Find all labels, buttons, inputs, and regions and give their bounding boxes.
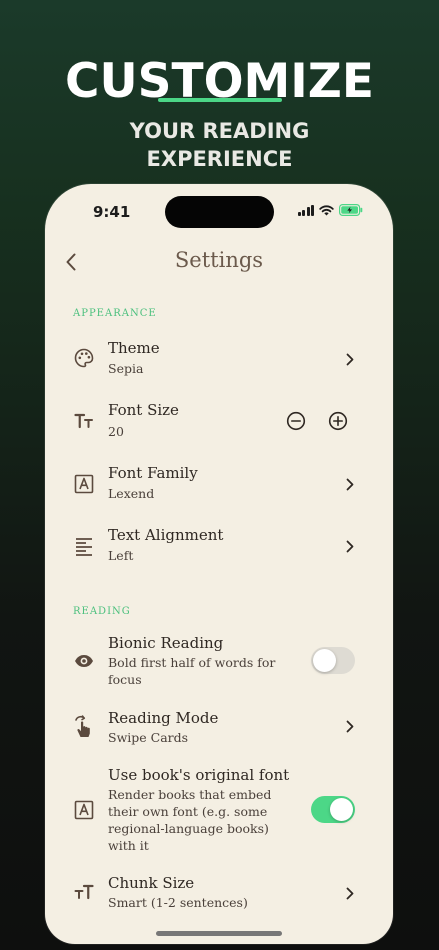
text-size-icon xyxy=(71,408,97,434)
setting-title-reading-mode: Reading Mode xyxy=(108,709,219,727)
align-left-icon xyxy=(71,533,97,559)
setting-title-theme: Theme xyxy=(108,339,160,357)
chevron-right-icon xyxy=(343,536,357,556)
setting-row-font-size: Font Size 20 xyxy=(45,396,393,446)
page-title: Settings xyxy=(174,248,264,272)
minus-circle-icon xyxy=(286,411,306,431)
setting-row-reading-mode[interactable]: Reading Mode Swipe Cards xyxy=(45,707,393,757)
setting-title-original-font: Use book's original font xyxy=(108,766,290,784)
setting-row-bionic-reading: Bionic Reading Bold first half of words … xyxy=(45,634,393,690)
chevron-right-icon xyxy=(343,474,357,494)
original-font-toggle[interactable] xyxy=(311,796,355,823)
section-label-reading: READING xyxy=(73,606,131,617)
chunk-size-icon xyxy=(71,879,97,905)
eye-icon xyxy=(71,648,97,674)
setting-title-font-size: Font Size xyxy=(108,401,179,419)
chevron-right-icon xyxy=(343,716,357,736)
setting-title-chunk-size: Chunk Size xyxy=(108,874,195,892)
chevron-right-icon xyxy=(343,349,357,369)
signal-icon xyxy=(297,204,314,216)
chevron-right-icon xyxy=(343,883,357,903)
setting-row-text-alignment[interactable]: Text Alignment Left xyxy=(45,521,393,571)
toggle-knob xyxy=(313,649,336,672)
section-label-appearance: APPEARANCE xyxy=(73,308,157,319)
battery-charging-icon xyxy=(339,204,363,216)
setting-value-chunk-size: Smart (1-2 sentences) xyxy=(108,895,248,910)
setting-value-font-size: 20 xyxy=(108,424,124,439)
font-size-decrease-button[interactable] xyxy=(285,410,307,432)
setting-title-bionic-reading: Bionic Reading xyxy=(108,634,224,652)
font-size-increase-button[interactable] xyxy=(327,410,349,432)
setting-row-theme[interactable]: Theme Sepia xyxy=(45,334,393,384)
bionic-reading-toggle[interactable] xyxy=(311,647,355,674)
setting-row-chunk-size[interactable]: Chunk Size Smart (1-2 sentences) xyxy=(45,874,393,924)
palette-icon xyxy=(71,345,97,371)
status-icons xyxy=(297,204,364,216)
font-family-icon xyxy=(71,797,97,823)
home-indicator xyxy=(156,931,282,936)
headline-underline xyxy=(158,98,282,102)
setting-row-original-font: Use book's original font Render books th… xyxy=(45,764,393,859)
setting-value-reading-mode: Swipe Cards xyxy=(108,730,189,745)
setting-title-font-family: Font Family xyxy=(108,464,198,482)
toggle-knob xyxy=(330,798,353,821)
headline-subtitle-line2: EXPERIENCE xyxy=(146,147,293,171)
setting-title-text-alignment: Text Alignment xyxy=(108,526,224,544)
plus-circle-icon xyxy=(328,411,348,431)
setting-value-theme: Sepia xyxy=(108,361,144,376)
swipe-hand-icon xyxy=(71,714,97,740)
setting-description-bionic-reading: Bold first half of words for focus xyxy=(108,655,276,687)
phone-screen: 9:41 Settings APPEARANCE Theme Sepia Fon… xyxy=(45,184,393,944)
status-time: 9:41 xyxy=(93,203,131,221)
setting-row-font-family[interactable]: Font Family Lexend xyxy=(45,459,393,509)
headline-subtitle-line1: YOUR READING xyxy=(129,119,310,143)
dynamic-island xyxy=(165,196,274,228)
font-family-icon xyxy=(71,471,97,497)
setting-value-font-family: Lexend xyxy=(108,486,155,501)
setting-description-original-font: Render books that embed their own font (… xyxy=(108,787,272,853)
setting-value-text-alignment: Left xyxy=(108,548,134,563)
wifi-icon xyxy=(319,204,334,216)
